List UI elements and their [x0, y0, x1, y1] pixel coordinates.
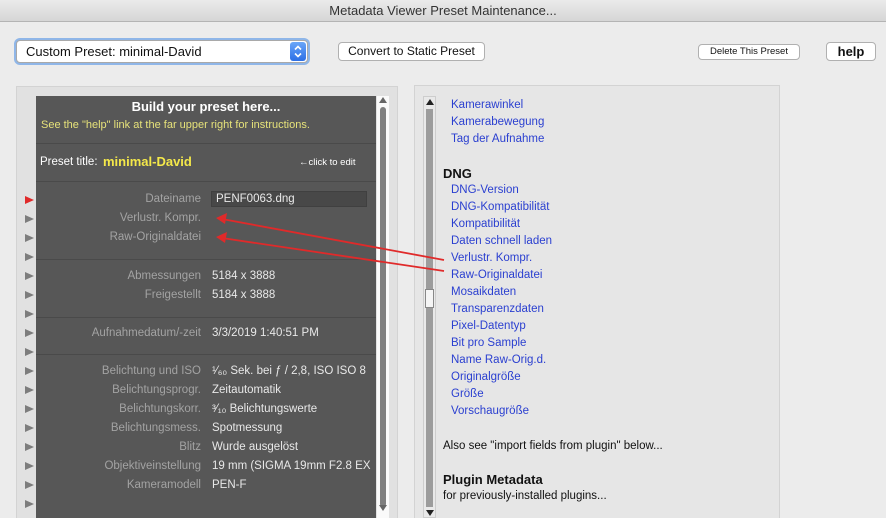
- row-marker-icon[interactable]: [25, 291, 34, 299]
- builder-heading: Build your preset here...: [131, 99, 281, 114]
- separator: [36, 259, 376, 260]
- row-marker-icon[interactable]: [25, 500, 34, 508]
- field-link-pixel-datentyp[interactable]: Pixel-Datentyp: [451, 320, 526, 332]
- field-link-daten-schnell-laden[interactable]: Daten schnell laden: [451, 235, 552, 247]
- row-marker-icon[interactable]: [25, 253, 34, 261]
- field-link-dng-version[interactable]: DNG-Version: [451, 184, 519, 196]
- row-label-belichtungsmess[interactable]: Belichtungsmess.: [36, 422, 201, 434]
- dng-heading: DNG: [443, 166, 472, 181]
- scroll-down-icon[interactable]: [379, 505, 387, 511]
- field-link-bit-pro-sample[interactable]: Bit pro Sample: [451, 337, 526, 349]
- preset-title-value[interactable]: minimal-David: [103, 154, 192, 169]
- row-marker-icon[interactable]: [25, 405, 34, 413]
- row-label-kameramodell[interactable]: Kameramodell: [36, 479, 201, 491]
- help-button[interactable]: help: [826, 42, 876, 61]
- row-marker-icon[interactable]: [25, 272, 34, 280]
- separator: [36, 143, 376, 144]
- field-link-mosaikdaten[interactable]: Mosaikdaten: [451, 286, 516, 298]
- field-link-kamerabewegung[interactable]: Kamerabewegung: [451, 116, 544, 128]
- row-value-blitz: Wurde ausgelöst: [212, 441, 299, 453]
- row-value-belichtung-iso: ¹⁄₆₀ Sek. bei ƒ / 2,8, ISO ISO 8: [212, 365, 366, 377]
- row-marker-icon[interactable]: [25, 386, 34, 394]
- row-value-abmessungen: 5184 x 3888: [212, 270, 276, 282]
- row-label-belichtung-iso[interactable]: Belichtung und ISO: [36, 365, 201, 377]
- field-link-originalgroesse[interactable]: Originalgröße: [451, 371, 521, 383]
- preset-select[interactable]: Custom Preset: minimal-David: [16, 40, 308, 63]
- separator: [36, 354, 376, 355]
- field-link-name-raw-orig[interactable]: Name Raw-Orig.d.: [451, 354, 546, 366]
- field-link-kompatibilitaet[interactable]: Kompatibilität: [451, 218, 520, 230]
- row-marker-icon[interactable]: [25, 424, 34, 432]
- field-link-kamerawinkel[interactable]: Kamerawinkel: [451, 99, 523, 111]
- row-marker-icon[interactable]: [25, 367, 34, 375]
- builder-scroll-thumb[interactable]: [380, 107, 386, 507]
- title-bar: Metadata Viewer Preset Maintenance...: [0, 0, 886, 22]
- preset-builder: Build your preset here... See the "help"…: [36, 96, 376, 518]
- row-value-belichtungskorr: ³⁄₁₀ Belichtungswerte: [212, 403, 318, 415]
- field-link-vorschaugroesse[interactable]: Vorschaugröße: [451, 405, 529, 417]
- row-value-belichtungsmess: Spotmessung: [212, 422, 283, 434]
- row-value-objektiveinstellung: 19 mm (SIGMA 19mm F2.8 EX: [212, 460, 371, 472]
- select-stepper-icon[interactable]: [290, 42, 306, 61]
- separator: [36, 317, 376, 318]
- scroll-down-icon[interactable]: [426, 510, 434, 516]
- fields-scrollbar[interactable]: [423, 96, 436, 518]
- row-label-verlustr-kompr[interactable]: Verlustr. Kompr.: [36, 212, 201, 224]
- field-link-groesse[interactable]: Größe: [451, 388, 484, 400]
- builder-instructions: See the "help" link at the far upper rig…: [41, 119, 310, 131]
- scroll-up-icon[interactable]: [426, 99, 434, 105]
- row-value-freigestellt: 5184 x 3888: [212, 289, 276, 301]
- fields-panel: [414, 85, 780, 518]
- click-to-edit-hint: ←click to edit: [299, 157, 356, 168]
- row-marker-icon[interactable]: [25, 443, 34, 451]
- row-label-raw-originaldatei[interactable]: Raw-Originaldatei: [36, 231, 201, 243]
- field-link-raw-originaldatei[interactable]: Raw-Originaldatei: [451, 269, 542, 281]
- row-label-dateiname[interactable]: Dateiname: [36, 193, 201, 205]
- row-marker-icon[interactable]: [25, 348, 34, 356]
- row-label-freigestellt[interactable]: Freigestellt: [36, 289, 201, 301]
- row-label-belichtungskorr[interactable]: Belichtungskorr.: [36, 403, 201, 415]
- fields-scroll-thumb[interactable]: [425, 289, 434, 308]
- row-marker-icon[interactable]: [25, 481, 34, 489]
- row-marker-icon[interactable]: [25, 462, 34, 470]
- field-link-dng-kompatibilitaet[interactable]: DNG-Kompatibilität: [451, 201, 549, 213]
- delete-preset-button[interactable]: Delete This Preset: [698, 44, 800, 60]
- field-link-tag-der-aufnahme[interactable]: Tag der Aufnahme: [451, 133, 544, 145]
- row-marker-icon[interactable]: [25, 310, 34, 318]
- row-label-blitz[interactable]: Blitz: [36, 441, 201, 453]
- row-label-objektiveinstellung[interactable]: Objektiveinstellung: [36, 460, 201, 472]
- row-marker-icon[interactable]: [25, 234, 34, 242]
- row-marker-icon[interactable]: [25, 329, 34, 337]
- also-see-note: Also see "import fields from plugin" bel…: [443, 440, 663, 452]
- row-label-abmessungen[interactable]: Abmessungen: [36, 270, 201, 282]
- separator: [36, 181, 376, 182]
- row-value-kameramodell: PEN-F: [212, 479, 247, 491]
- plugin-note: for previously-installed plugins...: [443, 490, 607, 502]
- window-title: Metadata Viewer Preset Maintenance...: [329, 3, 557, 18]
- builder-scrollbar[interactable]: [376, 96, 389, 518]
- row-marker-icon[interactable]: [25, 215, 34, 223]
- row-label-belichtungsprogr[interactable]: Belichtungsprogr.: [36, 384, 201, 396]
- field-link-verlustr-kompr[interactable]: Verlustr. Kompr.: [451, 252, 532, 264]
- row-value-dateiname: PENF0063.dng: [211, 191, 367, 207]
- row-marker-active-icon[interactable]: [25, 196, 34, 204]
- field-link-transparenzdaten[interactable]: Transparenzdaten: [451, 303, 544, 315]
- preset-select-value: Custom Preset: minimal-David: [26, 44, 202, 59]
- row-label-aufnahmedatum[interactable]: Aufnahmedatum/-zeit: [36, 327, 201, 339]
- plugin-metadata-heading: Plugin Metadata: [443, 472, 543, 487]
- preset-title-label: Preset title:: [40, 156, 98, 168]
- fields-scroll-track[interactable]: [426, 109, 433, 507]
- row-value-belichtungsprogr: Zeitautomatik: [212, 384, 282, 396]
- convert-to-static-button[interactable]: Convert to Static Preset: [338, 42, 485, 61]
- row-value-aufnahmedatum: 3/3/2019 1:40:51 PM: [212, 327, 319, 339]
- scroll-up-icon[interactable]: [379, 97, 387, 103]
